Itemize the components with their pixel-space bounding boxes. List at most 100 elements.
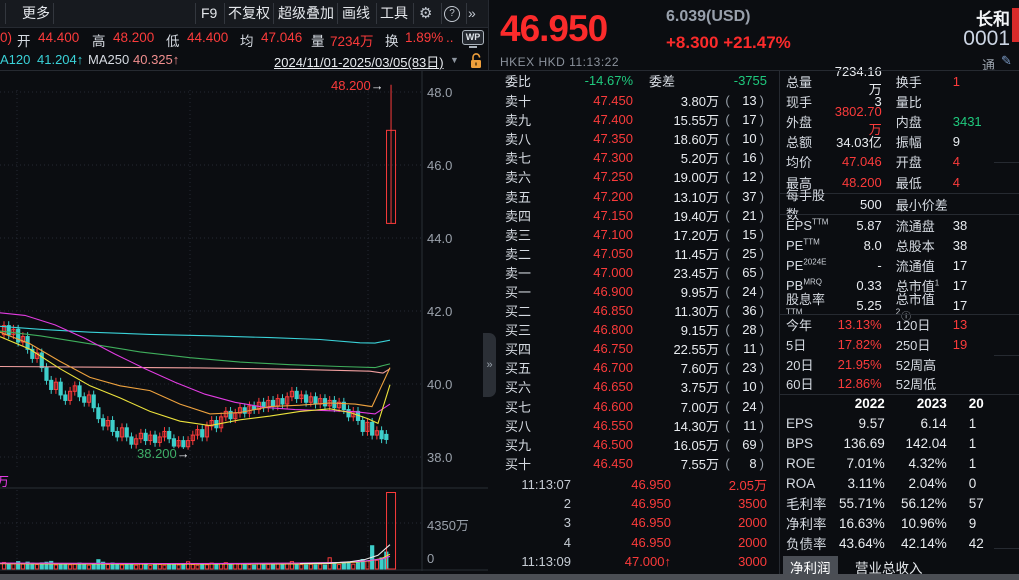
y-tick-40: 40.0 <box>427 377 453 392</box>
ma250-value: 40.325↑ <box>133 52 180 67</box>
commission-ratio-row: 委比 -14.67% 委差 -3755 <box>497 70 779 91</box>
stat-row: 外盘 3802.70万 内盘 3431 <box>786 104 982 138</box>
help-icon[interactable]: ? <box>444 6 460 22</box>
high-value: 48.200 <box>113 30 155 45</box>
tick-row[interactable]: 3 46.950 2000 <box>497 513 779 532</box>
y-tick-46: 46.0 <box>427 158 453 173</box>
buy-row[interactable]: 买九 46.500 16.05万 (69) <box>497 435 779 454</box>
last-price: 46.950 <box>500 8 608 49</box>
clipped-flag <box>1012 8 1019 42</box>
tick-row[interactable]: 11:13:07 46.950 2.05万 <box>497 475 779 494</box>
financial-row: 负债率 43.64% 42.14% 42 <box>786 535 984 553</box>
ma120-label: A120 <box>0 52 31 67</box>
sell-row[interactable]: 卖十 47.450 3.80万 (13) <box>497 91 779 110</box>
sell-row[interactable]: 卖二 47.050 11.45万 (25) <box>497 244 779 263</box>
panel-collapse-handle[interactable]: » <box>483 333 496 397</box>
low-label: 低 <box>166 34 180 49</box>
open-label: 开 <box>17 34 31 49</box>
menu-more[interactable]: 更多 <box>22 0 50 27</box>
y-tick-44: 44.0 <box>427 231 453 246</box>
financial-row: BPS 136.69 142.04 1 <box>786 435 977 451</box>
stat-row: 均价 47.046 开盘 4 <box>786 154 960 171</box>
high-label: 高 <box>92 34 106 49</box>
buy-levels: 买一 46.900 9.95万 (24) 买二 46.850 11.30万 (3… <box>497 282 779 473</box>
buy-row[interactable]: 买六 46.650 3.75万 (10) <box>497 377 779 396</box>
stat-row: 每手股数 500 最小价差 <box>786 188 948 223</box>
wp-monitor-stand <box>469 46 477 48</box>
stat-row: 60日 12.86% 52周低 <box>786 376 937 393</box>
chevron-down-icon[interactable]: ▼ <box>450 55 459 65</box>
sell-row[interactable]: 卖四 47.150 19.40万 (21) <box>497 206 779 225</box>
financial-row: EPS 9.57 6.14 1 <box>786 415 977 431</box>
unlock-icon[interactable] <box>469 52 483 69</box>
menu-draw-line[interactable]: 画线 <box>342 0 370 27</box>
toolbar-expand-icon[interactable]: » <box>468 0 476 27</box>
gear-icon[interactable]: ⚙ <box>419 0 432 27</box>
stat-row: 20日 21.95% 52周高 <box>786 356 937 373</box>
turnover-value: 1.89% <box>405 30 444 45</box>
stat-row: 现手 3 量比 <box>786 93 922 110</box>
financial-table: 2022 2023 20 EPS 9.57 6.14 1 BPS 136.69 … <box>779 393 1019 578</box>
y-tick-38: 38.0 <box>427 450 453 465</box>
candlestick-chart[interactable] <box>0 70 488 575</box>
stats-valuation-group: EPSTTM 5.87 流通盘 38 PETTM 8.0 总股本 38 PE20… <box>779 215 1019 323</box>
buy-row[interactable]: 买八 46.550 14.30万 (11) <box>497 416 779 435</box>
clipped-volume-label: 万 <box>0 474 10 489</box>
sell-levels: 卖十 47.450 3.80万 (13) 卖九 47.400 15.55万 (1… <box>497 91 779 282</box>
usd-price: 6.039(USD) <box>666 8 751 25</box>
menu-f9[interactable]: F9 <box>201 0 217 27</box>
sell-row[interactable]: 卖三 47.100 17.20万 (15) <box>497 225 779 244</box>
low-value: 44.400 <box>187 30 229 45</box>
price-change: +8.300 +21.47% <box>666 33 791 52</box>
buy-row[interactable]: 买一 46.900 9.95万 (24) <box>497 282 779 301</box>
wp-monitor-icon[interactable]: WP <box>462 30 484 45</box>
tick-list: 11:13:07 46.950 2.05万 2 46.950 3500 3 46… <box>497 473 779 571</box>
y-tick-48: 48.0 <box>427 85 453 100</box>
financial-row: 净利率 16.63% 10.96% 9 <box>786 515 977 533</box>
volume-label: 量 <box>311 34 325 49</box>
tick-row[interactable]: 4 46.950 2000 <box>497 532 779 551</box>
stat-row: 今年 13.13% 120日 13 <box>786 317 968 334</box>
avg-label: 均 <box>240 34 254 49</box>
financial-header: 2022 2023 20 <box>854 395 984 411</box>
financial-row: ROA 3.11% 2.04% 0 <box>786 475 977 491</box>
vol-tick-zero: 0 <box>427 551 435 566</box>
sell-row[interactable]: 卖一 47.000 23.45万 (65) <box>497 263 779 282</box>
diff-label: 委差 <box>649 74 676 89</box>
sell-row[interactable]: 卖八 47.350 18.60万 (10) <box>497 129 779 148</box>
sell-row[interactable]: 卖六 47.250 19.00万 (12) <box>497 167 779 186</box>
low-annotation: 38.200→ <box>137 446 190 461</box>
buy-row[interactable]: 买十 46.450 7.55万 (8) <box>497 454 779 473</box>
tick-row[interactable]: 11:13:09 47.000↑ 3000 <box>497 552 779 571</box>
menu-adjust-mode[interactable]: 不复权 <box>228 0 270 27</box>
ratio-value: -14.67% <box>584 73 633 88</box>
buy-row[interactable]: 买七 46.600 7.00万 (24) <box>497 397 779 416</box>
top-toolbar: 更多 F9 不复权 超级叠加 画线 工具 ⚙ ? » <box>0 0 488 28</box>
buy-row[interactable]: 买四 46.750 22.55万 (11) <box>497 339 779 358</box>
buy-row[interactable]: 买五 46.700 7.60万 (23) <box>497 358 779 377</box>
y-tick-42: 42.0 <box>427 304 453 319</box>
avg-value: 47.046 <box>261 30 303 45</box>
stats-performance-group: 今年 13.13% 120日 13 5日 17.82% 250日 19 20日 … <box>779 315 1019 394</box>
menu-tools[interactable]: 工具 <box>380 0 408 27</box>
tick-row[interactable]: 2 46.950 3500 <box>497 494 779 513</box>
sell-row[interactable]: 卖五 47.200 13.10万 (37) <box>497 186 779 205</box>
stats-quote-group: 总量 7234.16万 换手 1 现手 3 量比 外盘 3802.70万 内盘 … <box>779 64 1019 192</box>
ma120-value: 41.204↑ <box>37 52 84 67</box>
sell-row[interactable]: 卖七 47.300 5.20万 (16) <box>497 148 779 167</box>
stat-row: PE2024E - 流通值 17 <box>786 257 968 274</box>
exchange-time: HKEX HKD 11:13:22 <box>500 55 620 69</box>
vol-tick-max: 4350万 <box>427 518 469 533</box>
financial-row: 毛利率 55.71% 56.12% 57 <box>786 495 984 513</box>
turnover-label: 换 <box>385 34 399 49</box>
menu-super-overlay[interactable]: 超级叠加 <box>278 0 334 27</box>
sell-row[interactable]: 卖九 47.400 15.55万 (17) <box>497 110 779 129</box>
stat-row: 总额 34.03亿 振幅 9 <box>786 134 960 151</box>
date-range-selector[interactable]: 2024/11/01-2025/03/05(83日) <box>274 52 444 71</box>
clipped-prefix: 0) <box>0 30 13 45</box>
stat-row: PETTM 8.0 总股本 38 <box>786 237 968 254</box>
buy-row[interactable]: 买三 46.800 9.15万 (28) <box>497 320 779 339</box>
order-book: 委比 -14.67% 委差 -3755 卖十 47.450 3.80万 (13)… <box>497 70 1019 571</box>
buy-row[interactable]: 买二 46.850 11.30万 (36) <box>497 301 779 320</box>
pencil-icon[interactable]: ✎ <box>1001 53 1012 69</box>
